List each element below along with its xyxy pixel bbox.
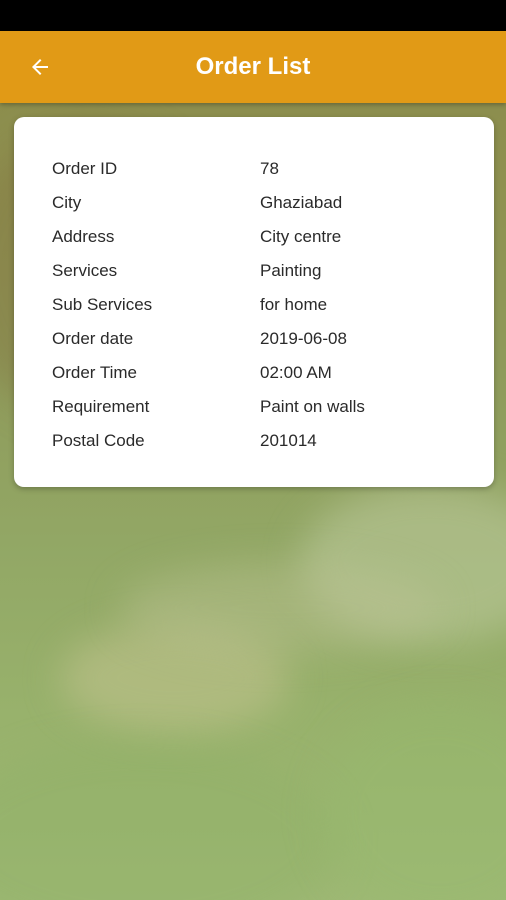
services-row: Services Painting xyxy=(52,254,472,288)
postal-code-value: 201014 xyxy=(260,431,317,450)
requirement-label: Requirement xyxy=(52,397,150,416)
order-id-label: Order ID xyxy=(52,159,118,178)
requirement-value: Paint on walls xyxy=(260,397,365,416)
city-value: Ghaziabad xyxy=(260,193,343,212)
order-time-row: Order Time 02:00 AM xyxy=(52,356,472,390)
order-id-row: Order ID 78 xyxy=(52,152,472,186)
address-label: Address xyxy=(52,227,115,246)
page-title: Order List xyxy=(195,53,311,80)
services-label: Services xyxy=(52,261,118,280)
screen: Order List Order ID 78 City Ghaziabad Ad… xyxy=(0,0,506,900)
app-bar: Order List xyxy=(0,31,506,103)
sub-services-row: Sub Services for home xyxy=(52,288,472,322)
city-label: City xyxy=(52,193,82,212)
order-id-value: 78 xyxy=(260,159,279,178)
order-card: Order ID 78 City Ghaziabad Address City … xyxy=(14,117,494,487)
order-date-value: 2019-06-08 xyxy=(260,329,347,348)
status-bar xyxy=(0,0,506,31)
postal-code-label: Postal Code xyxy=(52,431,145,450)
postal-code-row: Postal Code 201014 xyxy=(52,424,472,458)
requirement-row: Requirement Paint on walls xyxy=(52,390,472,424)
city-row: City Ghaziabad xyxy=(52,186,472,220)
order-details: Order ID 78 City Ghaziabad Address City … xyxy=(52,152,472,458)
order-time-value: 02:00 AM xyxy=(260,363,332,382)
sub-services-value: for home xyxy=(260,295,328,314)
services-value: Painting xyxy=(260,261,322,280)
address-value: City centre xyxy=(260,227,342,246)
order-time-label: Order Time xyxy=(52,363,138,382)
address-row: Address City centre xyxy=(52,220,472,254)
order-date-label: Order date xyxy=(52,329,134,348)
order-date-row: Order date 2019-06-08 xyxy=(52,322,472,356)
sub-services-label: Sub Services xyxy=(52,295,153,314)
